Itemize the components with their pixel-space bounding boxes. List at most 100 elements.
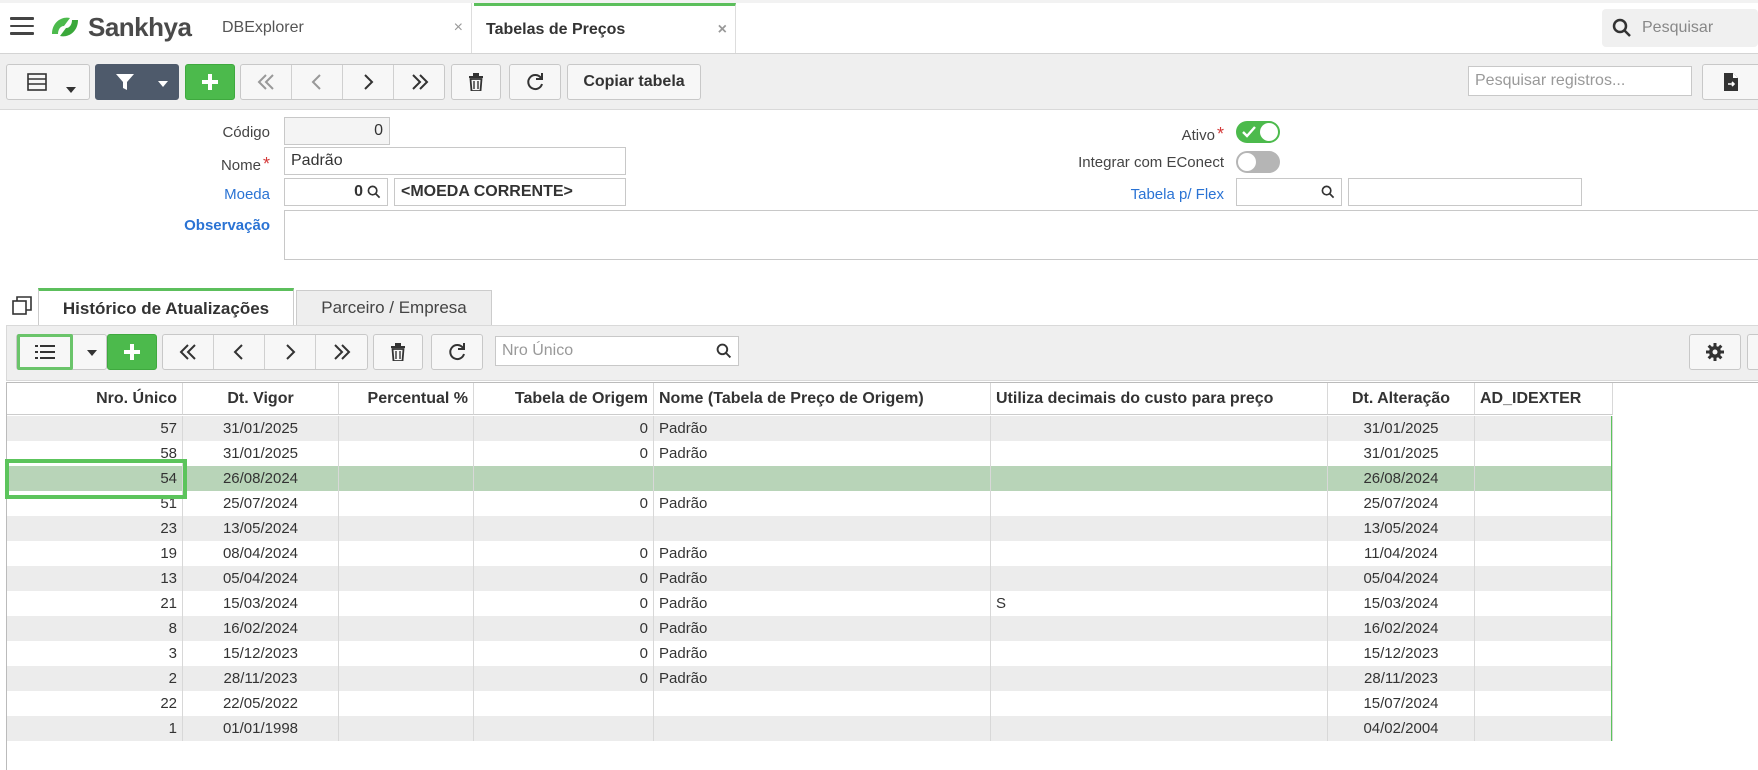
refresh-button[interactable] <box>509 64 561 100</box>
first-record-button[interactable] <box>241 65 292 99</box>
table-cell[interactable] <box>339 416 474 441</box>
prev-record-button[interactable] <box>292 65 343 99</box>
tab-parceiro-empresa[interactable]: Parceiro / Empresa <box>296 290 492 326</box>
table-row[interactable]: 1 01/01/1998 04/02/2004 <box>7 716 1613 741</box>
settings-button[interactable] <box>1689 334 1741 370</box>
table-cell[interactable]: S <box>991 591 1328 616</box>
grid-view-mode-button[interactable] <box>16 334 107 370</box>
table-row[interactable]: 2 28/11/2023 0 Padrão 28/11/2023 <box>7 666 1613 691</box>
table-cell[interactable] <box>474 466 654 491</box>
delete-row-button[interactable] <box>373 334 423 370</box>
table-cell[interactable]: 28/11/2023 <box>183 666 339 691</box>
table-cell[interactable]: Padrão <box>654 441 991 466</box>
table-cell[interactable] <box>991 491 1328 516</box>
search-records-input[interactable]: Pesquisar registros... <box>1468 66 1692 96</box>
column-header[interactable]: Utiliza decimais do custo para preço <box>991 383 1328 415</box>
more-button[interactable] <box>1747 334 1758 370</box>
table-cell[interactable] <box>991 541 1328 566</box>
close-icon[interactable]: × <box>718 21 727 39</box>
copy-icon[interactable] <box>12 296 32 321</box>
table-cell[interactable]: 08/04/2024 <box>183 541 339 566</box>
table-cell[interactable]: 19 <box>7 541 183 566</box>
search-icon[interactable] <box>716 343 732 359</box>
last-record-button[interactable] <box>394 65 445 99</box>
table-cell[interactable]: 2 <box>7 666 183 691</box>
table-cell[interactable]: 31/01/2025 <box>183 441 339 466</box>
table-cell[interactable]: Padrão <box>654 416 991 441</box>
table-cell[interactable]: 0 <box>474 591 654 616</box>
table-cell[interactable] <box>339 691 474 716</box>
table-cell[interactable] <box>339 566 474 591</box>
table-cell[interactable] <box>991 666 1328 691</box>
table-cell[interactable]: 26/08/2024 <box>1328 466 1475 491</box>
table-row[interactable]: 8 16/02/2024 0 Padrão 16/02/2024 <box>7 616 1613 641</box>
table-cell[interactable] <box>1475 466 1613 491</box>
table-cell[interactable] <box>1475 516 1613 541</box>
table-cell[interactable] <box>991 516 1328 541</box>
table-cell[interactable] <box>474 716 654 741</box>
table-cell[interactable] <box>991 566 1328 591</box>
table-row[interactable]: 19 08/04/2024 0 Padrão 11/04/2024 <box>7 541 1613 566</box>
table-cell[interactable] <box>654 691 991 716</box>
table-cell[interactable]: Padrão <box>654 491 991 516</box>
table-cell[interactable] <box>339 666 474 691</box>
export-button[interactable] <box>1702 64 1758 100</box>
table-cell[interactable] <box>1475 441 1613 466</box>
table-cell[interactable] <box>991 416 1328 441</box>
table-cell[interactable]: 0 <box>474 566 654 591</box>
column-header[interactable]: Tabela de Origem <box>474 383 654 415</box>
table-cell[interactable]: 0 <box>474 541 654 566</box>
table-cell[interactable] <box>991 641 1328 666</box>
table-cell[interactable] <box>654 516 991 541</box>
econect-toggle[interactable] <box>1236 151 1280 173</box>
table-cell[interactable] <box>1475 491 1613 516</box>
table-cell[interactable] <box>654 716 991 741</box>
table-cell[interactable] <box>474 691 654 716</box>
table-cell[interactable] <box>339 516 474 541</box>
table-row[interactable]: 23 13/05/2024 13/05/2024 <box>7 516 1613 541</box>
view-mode-button[interactable] <box>6 64 90 100</box>
table-cell[interactable] <box>1475 591 1613 616</box>
table-row[interactable]: 3 15/12/2023 0 Padrão 15/12/2023 <box>7 641 1613 666</box>
table-cell[interactable] <box>339 541 474 566</box>
table-cell[interactable]: 0 <box>474 641 654 666</box>
list-view-button[interactable] <box>17 334 73 370</box>
table-row[interactable]: 21 15/03/2024 0 Padrão S 15/03/2024 <box>7 591 1613 616</box>
copy-table-button[interactable]: Copiar tabela <box>567 64 701 100</box>
next-record-button[interactable] <box>343 65 394 99</box>
table-cell[interactable] <box>339 591 474 616</box>
moeda-label[interactable]: Moeda <box>170 186 270 203</box>
table-cell[interactable]: Padrão <box>654 616 991 641</box>
table-cell[interactable]: 05/04/2024 <box>183 566 339 591</box>
table-cell[interactable] <box>654 466 991 491</box>
table-cell[interactable] <box>1475 691 1613 716</box>
tab-dbexplorer[interactable]: DBExplorer × <box>210 3 472 53</box>
table-row[interactable]: 22 22/05/2022 15/07/2024 <box>7 691 1613 716</box>
prev-row-button[interactable] <box>214 335 265 369</box>
table-cell[interactable]: Padrão <box>654 641 991 666</box>
table-cell[interactable]: 22 <box>7 691 183 716</box>
caret-down-icon[interactable] <box>87 350 97 356</box>
column-header[interactable]: Percentual % <box>339 383 474 415</box>
nome-field[interactable]: Padrão <box>284 147 626 175</box>
global-search[interactable]: Pesquisar <box>1602 9 1758 47</box>
table-cell[interactable]: 31/01/2025 <box>1328 441 1475 466</box>
grid-refresh-button[interactable] <box>431 334 483 370</box>
table-cell[interactable]: 8 <box>7 616 183 641</box>
table-cell[interactable] <box>1475 566 1613 591</box>
table-cell[interactable]: 15/12/2023 <box>183 641 339 666</box>
table-cell[interactable]: 0 <box>474 441 654 466</box>
column-header[interactable]: Dt. Alteração <box>1328 383 1475 415</box>
codigo-field[interactable]: 0 <box>284 117 390 145</box>
table-cell[interactable] <box>991 716 1328 741</box>
caret-down-icon[interactable] <box>66 80 76 98</box>
add-row-button[interactable] <box>107 334 157 370</box>
table-cell[interactable] <box>1475 616 1613 641</box>
table-cell[interactable]: 15/03/2024 <box>183 591 339 616</box>
table-cell[interactable] <box>1475 641 1613 666</box>
table-cell[interactable] <box>339 641 474 666</box>
table-row[interactable]: 57 31/01/2025 0 Padrão 31/01/2025 <box>7 416 1613 441</box>
table-cell[interactable]: 22/05/2022 <box>183 691 339 716</box>
table-cell[interactable]: 25/07/2024 <box>1328 491 1475 516</box>
table-row[interactable]: 51 25/07/2024 0 Padrão 25/07/2024 <box>7 491 1613 516</box>
